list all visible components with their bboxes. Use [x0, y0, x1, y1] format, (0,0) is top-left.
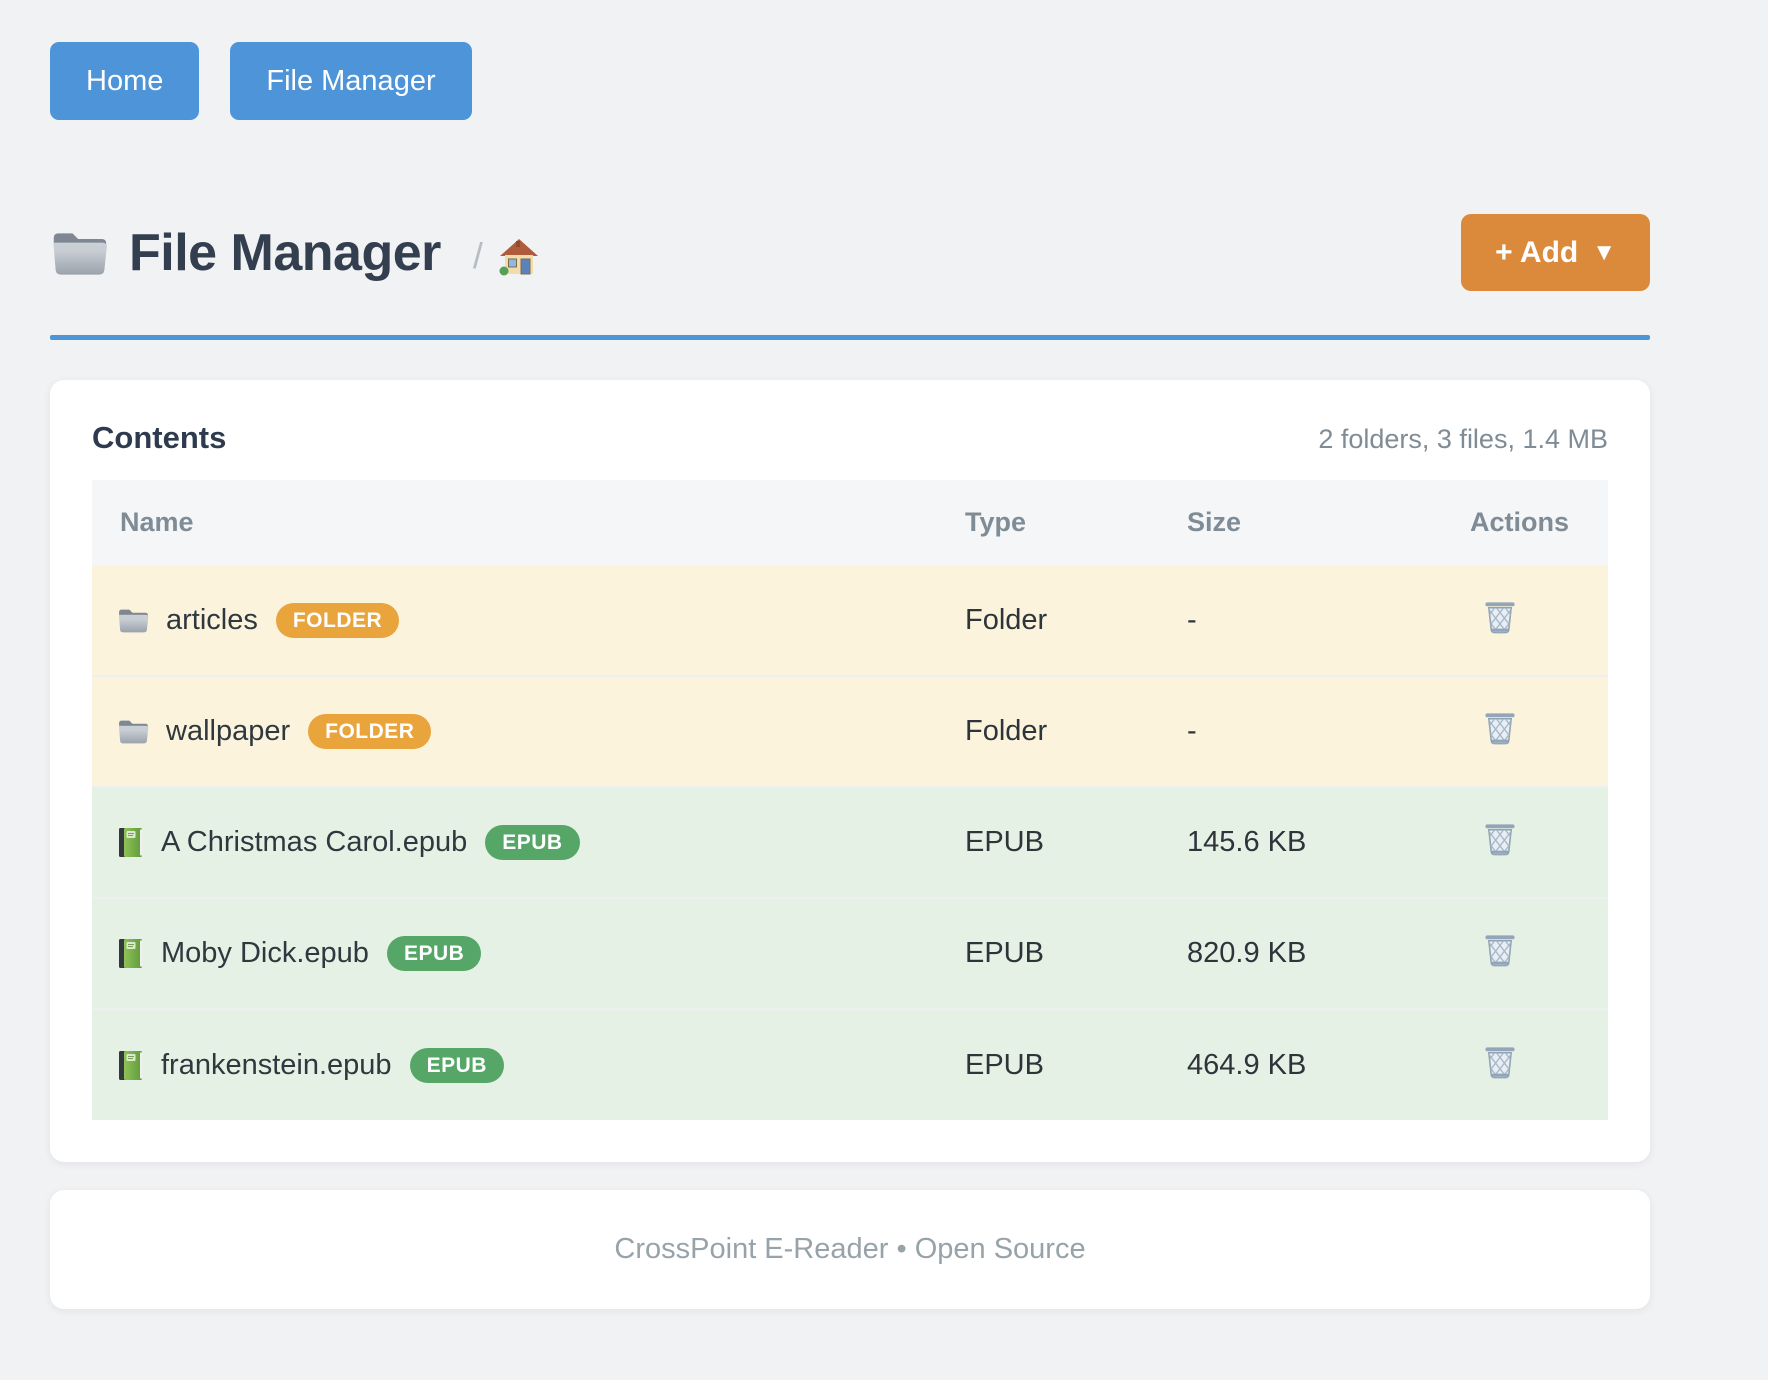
add-button[interactable]: + Add ▼ — [1461, 214, 1650, 291]
item-type: Folder — [937, 565, 1159, 676]
contents-card: Contents 2 folders, 3 files, 1.4 MB Name… — [50, 380, 1650, 1162]
item-type: EPUB — [937, 898, 1159, 1009]
book-icon — [117, 1050, 145, 1081]
epub-badge: EPUB — [387, 936, 481, 971]
contents-table: Name Type Size Actions articles FOLDER F… — [92, 480, 1608, 1120]
table-row-moby-dick: Moby Dick.epub EPUB EPUB 820.9 KB — [92, 898, 1608, 1009]
folder-badge: FOLDER — [276, 603, 399, 638]
item-name-link[interactable]: frankenstein.epub — [161, 1049, 392, 1082]
folder-icon — [117, 606, 150, 635]
item-size: 464.9 KB — [1159, 1009, 1442, 1120]
header-divider — [50, 335, 1650, 340]
item-type: Folder — [937, 676, 1159, 787]
delete-button[interactable] — [1482, 1044, 1518, 1079]
column-header-name: Name — [92, 480, 937, 565]
trash-icon — [1482, 821, 1518, 856]
item-size: - — [1159, 676, 1442, 787]
contents-heading: Contents — [92, 420, 226, 456]
book-icon — [117, 827, 145, 858]
table-row-wallpaper: wallpaper FOLDER Folder - — [92, 676, 1608, 787]
item-type: EPUB — [937, 1009, 1159, 1120]
trash-icon — [1482, 599, 1518, 634]
item-size: 820.9 KB — [1159, 898, 1442, 1009]
epub-badge: EPUB — [410, 1048, 504, 1083]
item-type: EPUB — [937, 787, 1159, 898]
table-row-articles: articles FOLDER Folder - — [92, 565, 1608, 676]
column-header-type: Type — [937, 480, 1159, 565]
contents-card-header: Contents 2 folders, 3 files, 1.4 MB — [92, 420, 1608, 456]
home-button[interactable]: Home — [50, 42, 199, 120]
trash-icon — [1482, 710, 1518, 745]
page-header: File Manager / + Add ▼ — [50, 214, 1650, 291]
trash-icon — [1482, 1044, 1518, 1079]
chevron-down-icon: ▼ — [1592, 239, 1616, 267]
item-name-link[interactable]: wallpaper — [166, 715, 290, 748]
home-breadcrumb-icon[interactable] — [499, 237, 539, 277]
folder-icon — [117, 717, 150, 746]
item-size: 145.6 KB — [1159, 787, 1442, 898]
item-name-link[interactable]: A Christmas Carol.epub — [161, 826, 467, 859]
table-row-frankenstein: frankenstein.epub EPUB EPUB 464.9 KB — [92, 1009, 1608, 1120]
column-header-actions: Actions — [1442, 480, 1608, 565]
footer-card: CrossPoint E-Reader • Open Source — [50, 1190, 1650, 1309]
book-icon — [117, 938, 145, 969]
folder-badge: FOLDER — [308, 714, 431, 749]
column-header-size: Size — [1159, 480, 1442, 565]
contents-summary: 2 folders, 3 files, 1.4 MB — [1318, 424, 1608, 455]
footer-text: CrossPoint E-Reader • Open Source — [614, 1233, 1085, 1266]
breadcrumb-separator: / — [473, 235, 483, 277]
delete-button[interactable] — [1482, 932, 1518, 967]
delete-button[interactable] — [1482, 821, 1518, 856]
delete-button[interactable] — [1482, 710, 1518, 745]
add-button-label: + Add — [1495, 236, 1578, 270]
table-row-christmas-carol: A Christmas Carol.epub EPUB EPUB 145.6 K… — [92, 787, 1608, 898]
page-title: File Manager — [129, 223, 441, 283]
page-container: Home File Manager File Manager / + Add ▼… — [50, 0, 1650, 1309]
epub-badge: EPUB — [485, 825, 579, 860]
file-manager-button[interactable]: File Manager — [230, 42, 471, 120]
trash-icon — [1482, 932, 1518, 967]
delete-button[interactable] — [1482, 599, 1518, 634]
item-size: - — [1159, 565, 1442, 676]
top-nav: Home File Manager — [50, 42, 1650, 120]
title-group: File Manager / — [50, 223, 539, 283]
table-header-row: Name Type Size Actions — [92, 480, 1608, 565]
item-name-link[interactable]: Moby Dick.epub — [161, 937, 369, 970]
folder-icon — [50, 228, 110, 278]
item-name-link[interactable]: articles — [166, 604, 258, 637]
